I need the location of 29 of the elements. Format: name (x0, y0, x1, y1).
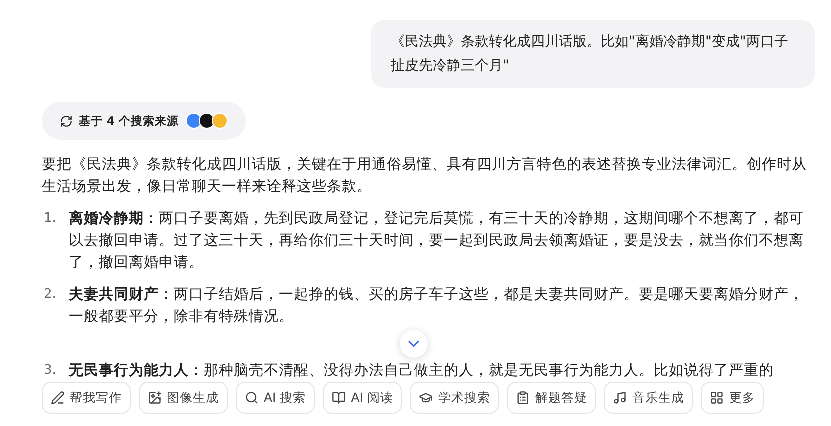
tool-button[interactable]: 更多 (701, 382, 764, 414)
sources-label: 基于 4 个搜索来源 (79, 114, 180, 128)
list-item-text: 离婚冷静期：两口子要离婚，先到民政局登记，登记完后莫慌，有三十天的冷静期，这期间哪个不想离了，都可以去撤回申请。过了这三十天，再给你们三十天时间，要一起到民政局去领离婚证，要是没去，就当你们不想离了，撤回离婚申请。 (69, 209, 805, 273)
clipboard-icon (516, 391, 530, 405)
answer-paragraph: 要把《民法典》条款转化成四川话版，关键在于用通俗易懂、具有四川方言特色的表述替换专业法律词汇。创作时从生活场景出发，像日常聊天一样来诠释这些条款。 (42, 156, 808, 197)
tool-button[interactable]: 学术搜索 (410, 382, 500, 414)
list-number: 3. (43, 362, 58, 380)
graduation-cap-icon (419, 391, 434, 405)
tool-button[interactable]: 音乐生成 (604, 382, 694, 414)
music-note-icon (613, 391, 628, 405)
source-avatars-icon (189, 113, 228, 129)
scroll-down-button[interactable] (400, 330, 428, 358)
refresh-icon (60, 114, 73, 128)
grid-icon (710, 391, 724, 405)
list-item-text: 夫妻共同财产：两口子结婚后，一起挣的钱、买的房子车子这些，都是夫妻共同财产。要是哪天要离婚分财产，一般都要平分，除非有特殊情况。 (69, 286, 805, 327)
book-icon (332, 391, 346, 405)
user-message: 《民法典》条款转化成四川话版。比如"离婚冷静期"变成"两口子扯皮先冷静三个月" (371, 20, 815, 88)
tool-button[interactable]: AI 搜索 (236, 382, 316, 414)
search-icon (245, 391, 259, 405)
tool-button[interactable]: 解题答疑 (507, 382, 596, 414)
list-number: 1. (43, 210, 58, 228)
tool-button[interactable]: 帮我写作 (42, 382, 131, 414)
image-icon (148, 391, 162, 405)
list-number: 2. (43, 286, 58, 304)
pen-icon (51, 391, 65, 405)
tool-button[interactable]: 图像生成 (139, 382, 228, 414)
sources-chip[interactable]: 基于 4 个搜索来源 (42, 102, 246, 140)
tool-button[interactable]: AI 阅读 (323, 382, 402, 414)
list-item-text: 无民事行为能力人：那种脑壳不清醒、没得办法自己做主的人，就是无民事行为能力人。比如说得了严重的 (69, 362, 775, 381)
